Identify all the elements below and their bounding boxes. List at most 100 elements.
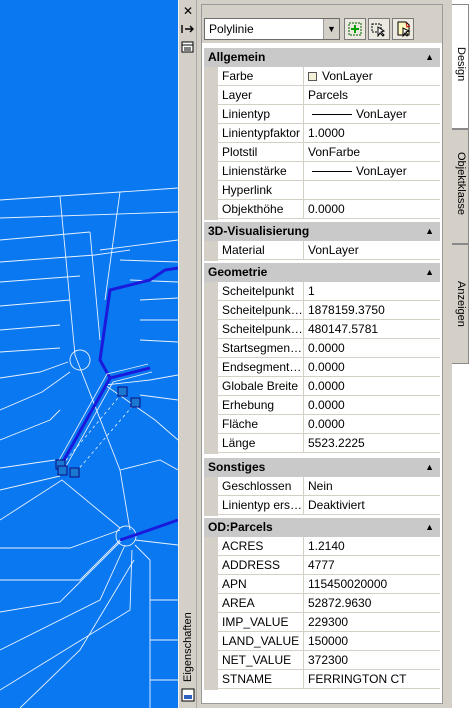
property-value[interactable]: 4777 — [305, 556, 440, 574]
palette-caption: Eigenschaften — [182, 612, 194, 682]
property-row[interactable]: Hyperlink — [218, 181, 440, 200]
property-row[interactable]: Linienstärke VonLayer — [218, 162, 440, 181]
property-value[interactable]: VonLayer — [305, 67, 440, 85]
property-row[interactable]: Endsegmentb... 0.0000 — [218, 358, 440, 377]
property-row[interactable]: Linientyp VonLayer — [218, 105, 440, 124]
property-value[interactable]: 1 — [305, 282, 440, 300]
property-name: Linientypfaktor — [218, 124, 304, 142]
property-row[interactable]: ACRES 1.2140 — [218, 537, 440, 556]
property-row[interactable]: Linientypfaktor 1.0000 — [218, 124, 440, 143]
property-name: LAND_VALUE — [218, 632, 304, 650]
property-row[interactable]: Scheitelpunkt 1 — [218, 282, 440, 301]
property-value[interactable]: Deaktiviert — [305, 496, 440, 514]
property-name: Startsegment... — [218, 339, 304, 357]
collapse-icon[interactable]: ▲ — [425, 48, 434, 67]
property-value[interactable]: VonLayer — [305, 162, 440, 180]
select-objects-button[interactable] — [368, 18, 390, 40]
property-value[interactable]: 1878159.3750 — [305, 301, 440, 319]
property-row[interactable]: Farbe VonLayer — [218, 67, 440, 86]
property-value[interactable]: 0.0000 — [305, 377, 440, 395]
quick-select-button[interactable] — [392, 18, 414, 40]
property-value[interactable]: 115450020000 — [305, 575, 440, 593]
property-value[interactable]: 480147.5781 — [305, 320, 440, 338]
toggle-pickadd-button[interactable] — [344, 18, 366, 40]
property-name: Endsegmentb... — [218, 358, 304, 376]
palette-titlebar[interactable]: ✕ Eigenschaften — [179, 0, 197, 708]
collapse-icon[interactable]: ▲ — [425, 458, 434, 477]
property-value[interactable]: 150000 — [305, 632, 440, 650]
property-row[interactable]: LAND_VALUE 150000 — [218, 632, 440, 651]
property-row[interactable]: Fläche 0.0000 — [218, 415, 440, 434]
property-name: Objekthöhe — [218, 200, 304, 218]
section-geometrie: Geometrie ▲ Scheitelpunkt 1 Scheitelpunk… — [202, 263, 442, 454]
tab-anzeigen[interactable]: Anzeigen — [452, 244, 469, 364]
property-row[interactable]: Globale Breite 0.0000 — [218, 377, 440, 396]
property-row[interactable]: AREA 52872.9630 — [218, 594, 440, 613]
property-row[interactable]: Scheitelpunkt Y 480147.5781 — [218, 320, 440, 339]
properties-palette: ✕ Eigenschaften Polylinie ▼ Allgemein ▲ … — [178, 0, 452, 708]
property-value[interactable]: 52872.9630 — [305, 594, 440, 612]
property-name: ACRES — [218, 537, 304, 555]
property-value[interactable] — [305, 181, 440, 199]
property-name: Linientyp — [218, 105, 304, 123]
property-value[interactable]: VonFarbe — [305, 143, 440, 161]
property-name: Linienstärke — [218, 162, 304, 180]
property-name: ADDRESS — [218, 556, 304, 574]
property-value[interactable]: 0.0000 — [305, 339, 440, 357]
property-row[interactable]: IMP_VALUE 229300 — [218, 613, 440, 632]
property-value[interactable]: 0.0000 — [305, 200, 440, 218]
property-row[interactable]: Plotstil VonFarbe — [218, 143, 440, 162]
property-name: Hyperlink — [218, 181, 304, 199]
property-value[interactable]: Parcels — [305, 86, 440, 104]
section-od-parcels: OD:Parcels ▲ ACRES 1.2140 ADDRESS 4777 A… — [202, 518, 442, 690]
property-row[interactable]: NET_VALUE 372300 — [218, 651, 440, 670]
tab-objektklasse[interactable]: Objektklasse — [452, 129, 469, 244]
property-value[interactable]: 1.2140 — [305, 537, 440, 555]
section-header-sonstiges[interactable]: Sonstiges ▲ — [204, 458, 440, 477]
property-value[interactable]: VonLayer — [305, 241, 440, 259]
collapse-icon[interactable]: ▲ — [425, 263, 434, 282]
property-row[interactable]: Scheitelpunkt X 1878159.3750 — [218, 301, 440, 320]
section-allgemein: Allgemein ▲ Farbe VonLayer Layer Parcels… — [202, 48, 442, 220]
property-row[interactable]: STNAME FERRINGTON CT — [218, 670, 440, 689]
property-row[interactable]: Material VonLayer — [218, 241, 440, 260]
property-row[interactable]: Startsegment... 0.0000 — [218, 339, 440, 358]
property-value[interactable]: FERRINGTON CT — [305, 670, 440, 688]
tab-design[interactable]: Design — [452, 4, 469, 129]
section-header-geometrie[interactable]: Geometrie ▲ — [204, 263, 440, 282]
property-value[interactable]: VonLayer — [305, 105, 440, 123]
property-value[interactable]: 372300 — [305, 651, 440, 669]
close-icon[interactable]: ✕ — [181, 4, 195, 18]
chevron-down-icon[interactable]: ▼ — [323, 19, 339, 39]
property-row[interactable]: Geschlossen Nein — [218, 477, 440, 496]
quick-select-icon — [397, 21, 411, 37]
property-name: IMP_VALUE — [218, 613, 304, 631]
property-row[interactable]: Linientyp erst... Deaktiviert — [218, 496, 440, 515]
autohide-icon[interactable] — [181, 22, 195, 36]
properties-content: Polylinie ▼ Allgemein ▲ Farbe VonLayer L… — [201, 4, 443, 704]
property-value[interactable]: 229300 — [305, 613, 440, 631]
object-type-select[interactable]: Polylinie ▼ — [204, 18, 340, 40]
properties-menu-icon[interactable] — [181, 40, 195, 54]
property-name: Scheitelpunkt Y — [218, 320, 304, 338]
property-row[interactable]: Objekthöhe 0.0000 — [218, 200, 440, 219]
property-value[interactable]: 0.0000 — [305, 396, 440, 414]
property-row[interactable]: Layer Parcels — [218, 86, 440, 105]
palette-settings-icon[interactable] — [181, 688, 195, 702]
property-value[interactable]: 0.0000 — [305, 358, 440, 376]
property-row[interactable]: APN 115450020000 — [218, 575, 440, 594]
section-header-od-parcels[interactable]: OD:Parcels ▲ — [204, 518, 440, 537]
property-row[interactable]: Länge 5523.2225 — [218, 434, 440, 453]
collapse-icon[interactable]: ▲ — [425, 518, 434, 537]
section-header-3d-visualisierung[interactable]: 3D-Visualisierung ▲ — [204, 222, 440, 241]
section-header-allgemein[interactable]: Allgemein ▲ — [204, 48, 440, 67]
palette-tabs: Design Objektklasse Anzeigen — [452, 0, 469, 708]
collapse-icon[interactable]: ▲ — [425, 222, 434, 241]
property-value[interactable]: 5523.2225 — [305, 434, 440, 452]
property-row[interactable]: ADDRESS 4777 — [218, 556, 440, 575]
property-row[interactable]: Erhebung 0.0000 — [218, 396, 440, 415]
property-value[interactable]: Nein — [305, 477, 440, 495]
property-name: Farbe — [218, 67, 304, 85]
property-value[interactable]: 0.0000 — [305, 415, 440, 433]
property-value[interactable]: 1.0000 — [305, 124, 440, 142]
